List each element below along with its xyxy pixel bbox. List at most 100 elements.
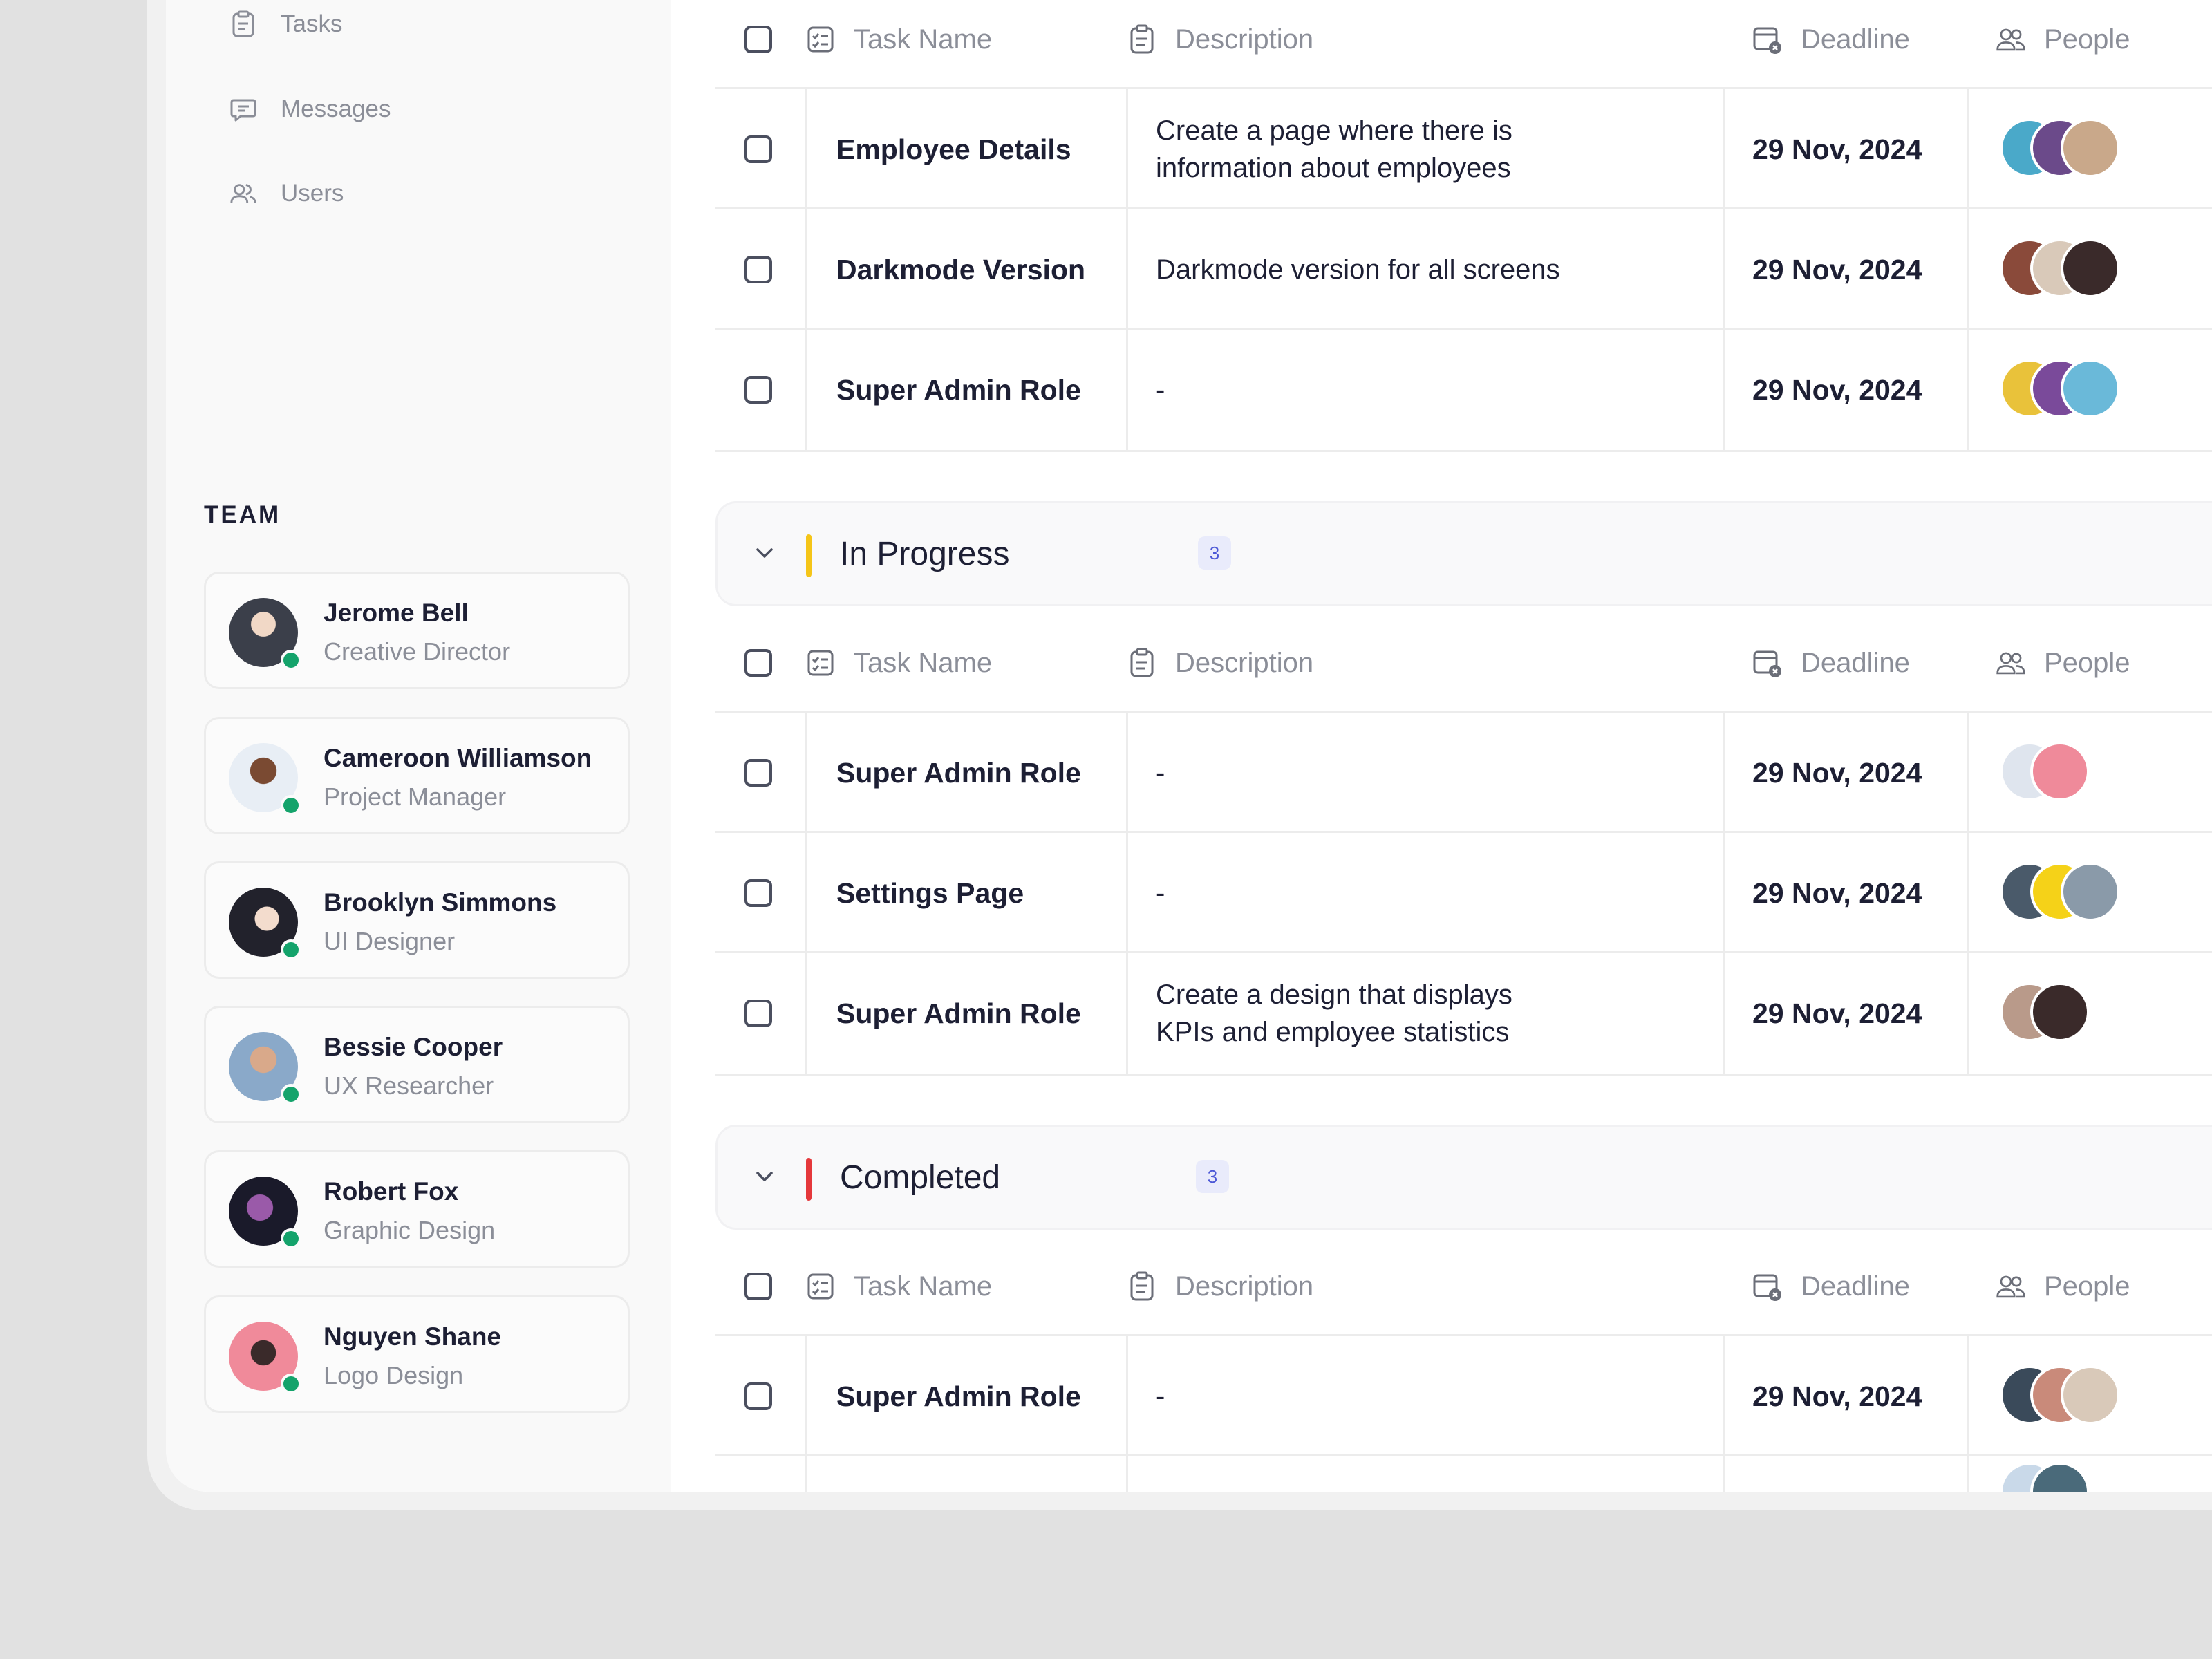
table-row[interactable] [715, 1454, 2212, 1492]
column-divider [1967, 713, 1969, 833]
column-header-description[interactable]: Description [1127, 0, 1313, 84]
nav-item-tasks[interactable]: Tasks [229, 3, 342, 45]
row-checkbox[interactable] [744, 1000, 772, 1027]
column-divider [805, 209, 807, 330]
column-divider [1126, 330, 1128, 450]
member-role: Graphic Design [324, 1216, 496, 1244]
column-label: People [2044, 1271, 2130, 1302]
online-status-dot [281, 650, 301, 671]
table-row[interactable]: Darkmode Version Darkmode version for al… [715, 207, 2212, 330]
team-member-card[interactable]: Jerome Bell Creative Director [204, 572, 630, 689]
column-label: Description [1175, 647, 1314, 678]
member-name: Jerome Bell [324, 599, 469, 627]
message-icon [229, 95, 257, 123]
task-deadline: 29 Nov, 2024 [1752, 756, 1922, 789]
table-header-row: Task Name Description Deadline People [715, 0, 2212, 84]
document-icon [1127, 24, 1157, 55]
column-header-task-name[interactable]: Task Name [805, 0, 992, 84]
task-name: Super Admin Role [836, 373, 1081, 406]
column-label: Task Name [854, 24, 993, 55]
table-row[interactable]: Super Admin Role - 29 Nov, 2024 [715, 1334, 2212, 1456]
task-deadline: 29 Nov, 2024 [1752, 1380, 1922, 1412]
group-title: In Progress [840, 535, 1010, 572]
table-row[interactable]: Super Admin Role - 29 Nov, 2024 [715, 328, 2212, 452]
chevron-down-icon[interactable] [751, 1163, 778, 1190]
table-row[interactable]: Settings Page - 29 Nov, 2024 [715, 831, 2212, 953]
column-header-description[interactable]: Description [1127, 618, 1313, 708]
team-member-card[interactable]: Cameroon Williamson Project Manager [204, 717, 630, 834]
column-label: Task Name [854, 1271, 993, 1302]
column-header-task-name[interactable]: Task Name [805, 618, 992, 708]
nav-label-messages: Messages [281, 95, 391, 122]
member-name: Bessie Cooper [324, 1033, 503, 1061]
task-name: Super Admin Role [836, 756, 1081, 789]
member-name: Robert Fox [324, 1177, 459, 1206]
status-color-bar [806, 1158, 812, 1201]
column-label: Deadline [1801, 1271, 1910, 1302]
online-status-dot [281, 1374, 301, 1394]
column-header-people[interactable]: People [1996, 618, 2130, 708]
column-header-deadline[interactable]: Deadline [1752, 0, 1910, 84]
group-header-in-progress[interactable]: In Progress 3 [715, 501, 2212, 606]
member-role: UI Designer [324, 927, 456, 955]
member-role: Project Manager [324, 782, 507, 811]
row-checkbox[interactable] [744, 376, 772, 404]
team-member-card[interactable]: Bessie Cooper UX Researcher [204, 1006, 630, 1123]
column-header-people[interactable]: People [1996, 1241, 2130, 1331]
people-icon [1996, 1271, 2026, 1302]
calendar-clock-icon [1752, 1271, 1783, 1302]
avatar [2061, 1365, 2120, 1425]
row-checkbox[interactable] [744, 759, 772, 787]
column-header-description[interactable]: Description [1127, 1241, 1313, 1331]
column-header-people[interactable]: People [1996, 0, 2130, 84]
column-label: Description [1175, 1271, 1314, 1302]
task-description: Create a design that displays KPIs and e… [1156, 980, 1512, 1047]
chevron-down-icon[interactable] [751, 539, 778, 567]
column-header-task-name[interactable]: Task Name [805, 1241, 992, 1331]
nav-item-messages[interactable]: Messages [229, 88, 391, 130]
table-row[interactable]: Super Admin Role - 29 Nov, 2024 [715, 711, 2212, 833]
team-member-card[interactable]: Brooklyn Simmons UI Designer [204, 861, 630, 979]
row-checkbox[interactable] [744, 879, 772, 907]
member-name: Brooklyn Simmons [324, 888, 557, 917]
column-divider [805, 833, 807, 953]
document-icon [1127, 1271, 1157, 1302]
group-header-completed[interactable]: Completed 3 [715, 1125, 2212, 1230]
column-divider [1967, 1336, 1969, 1456]
nav-item-users[interactable]: Users [229, 173, 344, 214]
select-all-checkbox[interactable] [744, 1273, 772, 1300]
row-checkbox[interactable] [744, 1382, 772, 1410]
team-heading: TEAM [204, 501, 281, 528]
column-divider [1723, 953, 1725, 1074]
avatar [2061, 359, 2120, 418]
people-icon [1996, 24, 2026, 55]
task-deadline: 29 Nov, 2024 [1752, 133, 1922, 165]
team-member-card[interactable]: Nguyen Shane Logo Design [204, 1295, 630, 1413]
calendar-clock-icon [1752, 648, 1783, 678]
column-header-deadline[interactable]: Deadline [1752, 618, 1910, 708]
task-name: Settings Page [836, 877, 1024, 909]
select-all-checkbox[interactable] [744, 649, 772, 677]
row-checkbox[interactable] [744, 135, 772, 163]
avatar [2030, 742, 2090, 801]
table-row[interactable]: Employee Details Create a page where the… [715, 87, 2212, 209]
app-window: Tasks Messages Users TEAM Jerome Bell Cr… [166, 0, 2212, 1492]
column-divider [1126, 953, 1128, 1074]
column-divider [1967, 209, 1969, 330]
column-header-deadline[interactable]: Deadline [1752, 1241, 1910, 1331]
column-divider [1967, 330, 1969, 450]
select-all-checkbox[interactable] [744, 26, 772, 53]
member-name: Cameroon Williamson [324, 744, 592, 772]
clipboard-icon [229, 10, 257, 38]
task-description: - [1156, 878, 1165, 908]
row-checkbox[interactable] [744, 256, 772, 283]
column-divider [805, 89, 807, 209]
group-count-badge: 3 [1196, 1160, 1229, 1193]
team-member-card[interactable]: Robert Fox Graphic Design [204, 1150, 630, 1268]
online-status-dot [281, 1228, 301, 1249]
column-label: Deadline [1801, 647, 1910, 678]
nav-label-tasks: Tasks [281, 10, 343, 37]
task-name: Darkmode Version [836, 253, 1086, 285]
column-divider [1967, 89, 1969, 209]
table-row[interactable]: Super Admin Role Create a design that di… [715, 951, 2212, 1076]
